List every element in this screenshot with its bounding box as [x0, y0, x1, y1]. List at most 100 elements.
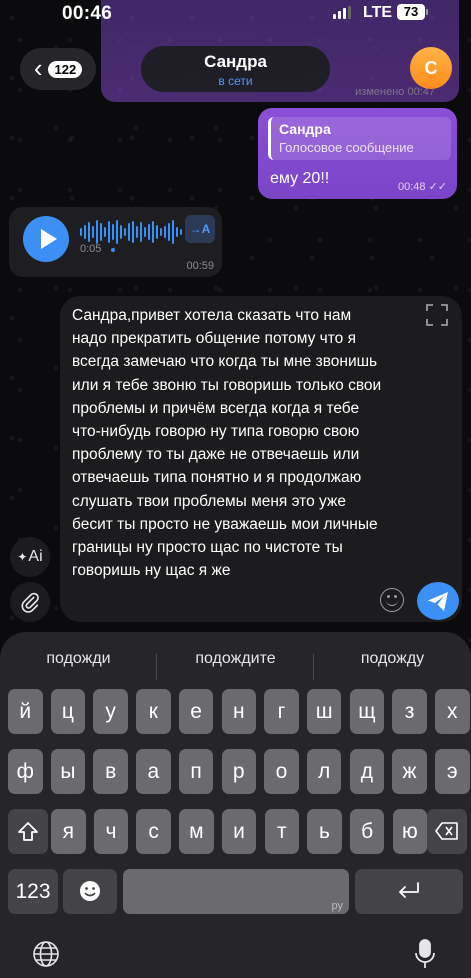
key-о[interactable]: о — [264, 749, 299, 794]
key-т[interactable]: т — [264, 809, 299, 854]
message-time: 00:48 ✓✓ — [398, 180, 447, 193]
suggestion-2[interactable]: подождите — [157, 640, 314, 678]
key-х[interactable]: х — [435, 689, 470, 734]
key-ы[interactable]: ы — [50, 749, 86, 794]
key-ь[interactable]: ь — [307, 809, 342, 854]
unplayed-dot — [111, 248, 115, 252]
key-я[interactable]: я — [51, 809, 86, 854]
key-м[interactable]: м — [179, 809, 214, 854]
sparkle-icon: ✦ — [17, 550, 28, 564]
contact-name: Сандра — [204, 52, 267, 71]
key-г[interactable]: г — [264, 689, 299, 734]
battery-tip — [426, 9, 428, 15]
emoji-keyboard-key[interactable] — [63, 869, 117, 914]
waveform-bar — [180, 229, 182, 235]
key-ш[interactable]: ш — [306, 689, 342, 734]
key-а[interactable]: а — [136, 749, 171, 794]
key-р[interactable]: р — [221, 749, 256, 794]
ai-button[interactable]: ✦ Ai — [10, 537, 50, 577]
back-button[interactable]: ‹ 122 — [20, 48, 96, 90]
message-time-text: 00:48 — [397, 181, 426, 193]
microphone-icon[interactable] — [415, 939, 435, 969]
outgoing-message-bubble[interactable]: Сандра Голосовое сообщение ему 20!! 00:4… — [258, 108, 457, 199]
key-ю[interactable]: ю — [392, 809, 428, 854]
waveform-bar — [144, 227, 146, 237]
key-ж[interactable]: ж — [392, 749, 427, 794]
key-з[interactable]: з — [392, 689, 427, 734]
shift-key[interactable] — [8, 809, 48, 854]
message-input[interactable]: Сандра,привет хотела сказать что нам над… — [60, 296, 462, 622]
voice-message-bubble[interactable]: 0:05 →A 00:59 — [9, 207, 222, 277]
waveform-bar — [152, 221, 154, 243]
status-bar: 00:46 LTE 73 — [0, 0, 471, 28]
signal-icon — [333, 6, 351, 19]
key-й[interactable]: й — [8, 689, 43, 734]
return-key[interactable] — [355, 869, 463, 914]
status-time: 00:46 — [62, 3, 113, 24]
voice-time: 00:59 — [186, 260, 214, 272]
numbers-key[interactable]: 123 — [8, 869, 58, 914]
space-lang-hint: ру — [331, 900, 344, 912]
chevron-left-icon: ‹ — [33, 52, 43, 83]
waveform-bar — [116, 220, 118, 244]
reply-preview: Голосовое сообщение — [279, 140, 414, 155]
keyboard: подожди подождите подожду йцукенгшщзх фыв… — [0, 632, 471, 978]
key-л[interactable]: л — [306, 749, 342, 794]
key-в[interactable]: в — [93, 749, 128, 794]
waveform-bar — [112, 224, 114, 240]
space-key[interactable]: ру — [123, 869, 349, 914]
paperclip-icon[interactable] — [10, 582, 50, 622]
key-е[interactable]: е — [178, 689, 214, 734]
waveform-bar — [172, 220, 174, 244]
key-б[interactable]: б — [349, 809, 385, 854]
double-check-icon: ✓✓ — [428, 181, 447, 193]
suggestion-3[interactable]: подожду — [314, 640, 471, 678]
suggestion-1[interactable]: подожди — [0, 640, 157, 678]
backspace-key[interactable] — [427, 809, 467, 854]
waveform-bar — [96, 220, 98, 244]
waveform-bar — [104, 227, 106, 237]
waveform-bar — [132, 221, 134, 243]
emoji-keyboard-icon — [80, 881, 100, 901]
chat-header-title[interactable]: Сандра в сети — [141, 46, 330, 92]
key-ф[interactable]: ф — [8, 749, 43, 794]
waveform[interactable] — [80, 220, 182, 244]
unread-count-badge: 122 — [48, 60, 83, 78]
expand-icon[interactable] — [426, 304, 448, 326]
key-д[interactable]: д — [349, 749, 385, 794]
emoji-icon[interactable] — [380, 588, 404, 612]
waveform-bar — [176, 227, 178, 237]
key-ц[interactable]: ц — [50, 689, 86, 734]
waveform-bar — [156, 225, 158, 239]
transcribe-button[interactable]: →A — [185, 215, 215, 243]
waveform-bar — [148, 224, 150, 240]
waveform-bar — [80, 228, 82, 236]
voice-duration: 0:05 — [80, 243, 102, 255]
key-и[interactable]: и — [221, 809, 257, 854]
key-у[interactable]: у — [93, 689, 128, 734]
ai-label: Ai — [28, 548, 43, 565]
key-н[interactable]: н — [221, 689, 256, 734]
play-icon[interactable] — [23, 216, 69, 262]
waveform-bar — [160, 228, 162, 236]
key-п[interactable]: п — [178, 749, 214, 794]
contact-status: в сети — [218, 74, 253, 88]
key-э[interactable]: э — [435, 749, 470, 794]
message-input-text[interactable]: Сандра,привет хотела сказать что нам над… — [72, 304, 390, 582]
send-button[interactable] — [417, 582, 459, 620]
suggestion-bar: подожди подождите подожду — [0, 640, 471, 680]
key-ч[interactable]: ч — [93, 809, 129, 854]
globe-icon[interactable] — [31, 939, 61, 969]
key-с[interactable]: с — [136, 809, 171, 854]
key-к[interactable]: к — [136, 689, 171, 734]
waveform-bar — [124, 228, 126, 236]
backspace-icon — [435, 822, 458, 840]
key-щ[interactable]: щ — [349, 689, 385, 734]
waveform-bar — [108, 221, 110, 243]
reply-author: Сандра — [279, 121, 331, 137]
waveform-bar — [100, 223, 102, 241]
waveform-bar — [128, 223, 130, 241]
waveform-bar — [92, 226, 94, 238]
avatar[interactable]: С — [410, 47, 452, 89]
reply-quote[interactable]: Сандра Голосовое сообщение — [268, 117, 451, 160]
